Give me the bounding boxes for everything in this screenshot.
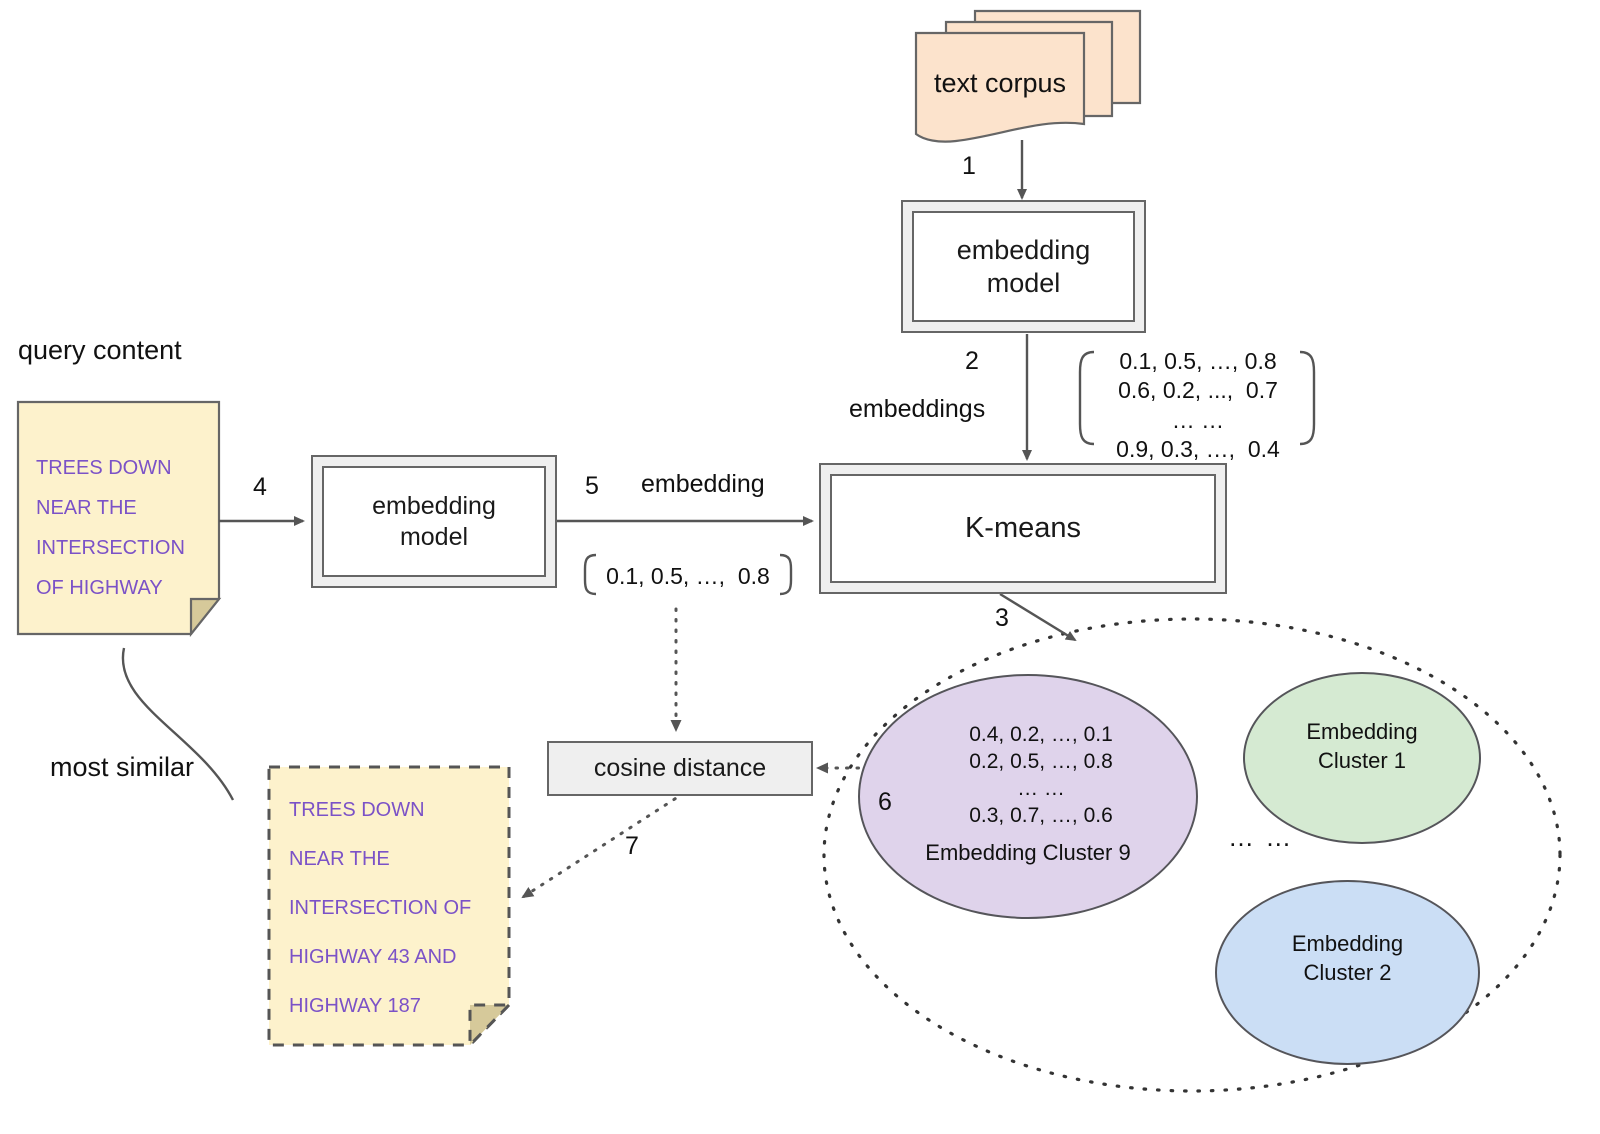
step-2-label: 2: [965, 347, 979, 375]
embedding-cluster-1-label: Embedding Cluster 1: [1306, 719, 1418, 773]
query-content-label: query content: [18, 335, 182, 365]
diagram-canvas: text corpus embedding model 1 2 embeddin…: [0, 0, 1600, 1134]
most-similar-label: most similar: [50, 752, 195, 782]
step-4-label: 4: [253, 473, 267, 501]
embedding-model-top-label: embedding model: [912, 211, 1135, 322]
embedding-model-top[interactable]: embedding model: [901, 200, 1146, 333]
step-5-label: 5: [585, 472, 599, 500]
step-7-label: 7: [625, 832, 639, 860]
embedding-cluster-9-label: Embedding Cluster 9: [925, 840, 1131, 865]
arrow-cosine-to-result: [521, 791, 686, 899]
embedding-model-query[interactable]: embedding model: [311, 455, 557, 588]
embedding-model-query-label: embedding model: [322, 466, 546, 577]
query-note-text: TREES DOWN NEAR THE INTERSECTION OF HIGH…: [36, 457, 185, 599]
query-embedding-vector: 0.1, 0.5, …, 0.8: [606, 563, 770, 589]
embeddings-edge-label: embeddings: [849, 395, 986, 423]
step-1-label: 1: [962, 152, 976, 180]
kmeans-box[interactable]: K-means: [819, 463, 1227, 594]
cluster9-embeddings-matrix: 0.4, 0.2, …, 0.1 0.2, 0.5, …, 0.8 … … 0.…: [969, 723, 1113, 827]
text-corpus-label: text corpus: [933, 68, 1067, 98]
result-note-text: TREES DOWN NEAR THE INTERSECTION OF HIGH…: [289, 799, 472, 1017]
step-3-label: 3: [995, 604, 1009, 632]
embedding-edge-label: embedding: [641, 470, 765, 498]
step-6-label: 6: [878, 788, 892, 816]
clusters-ellipsis-label: … …: [1228, 822, 1294, 852]
cosine-distance-label: cosine distance: [593, 754, 767, 782]
kmeans-label: K-means: [830, 474, 1216, 583]
arrow-kmeans-to-clusters: [999, 592, 1077, 642]
cosine-distance-box[interactable]: cosine distance: [547, 741, 813, 796]
embedding-cluster-2-label: Embedding Cluster 2: [1291, 931, 1404, 985]
corpus-embeddings-matrix: 0.1, 0.5, …, 0.8 0.6, 0.2, ..., 0.7 … … …: [1116, 348, 1280, 463]
